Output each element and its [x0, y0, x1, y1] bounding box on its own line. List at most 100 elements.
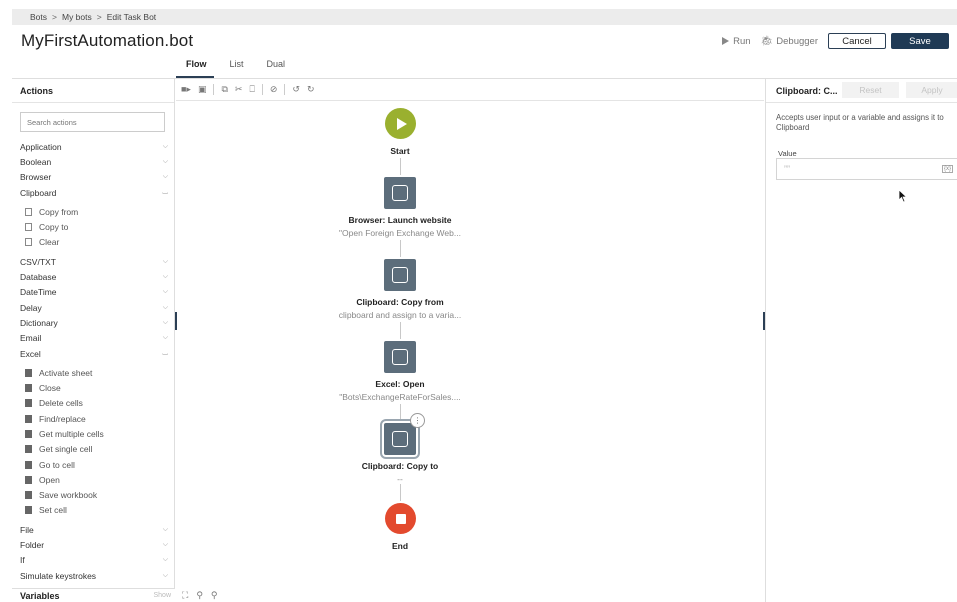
category-excel[interactable]: Excel ⌴ [20, 346, 168, 361]
action-copy-to[interactable]: Copy to [20, 219, 168, 234]
category-boolean[interactable]: Boolean ⌵ [20, 154, 168, 169]
category-delay[interactable]: Delay ⌵ [20, 300, 168, 315]
action-clear[interactable]: Clear [20, 235, 168, 250]
copy-icon[interactable]: ⧉ [221, 84, 227, 95]
toolbar-separator [284, 84, 286, 95]
category-clipboard[interactable]: Clipboard ⌴ [20, 185, 168, 200]
excel-file-icon [25, 429, 32, 438]
action-label: Get single cell [39, 444, 93, 455]
apply-button[interactable]: Apply [906, 82, 957, 98]
action-go-to-cell[interactable]: Go to cell [20, 457, 168, 472]
category-application[interactable]: Application ⌵ [20, 139, 168, 154]
tab-dual[interactable]: Dual [257, 57, 293, 77]
excel-file-icon [25, 506, 32, 515]
action-label: Activate sheet [39, 367, 93, 378]
action-set-cell[interactable]: Set cell [20, 503, 168, 518]
action-save-workbook[interactable]: Save workbook [20, 488, 168, 503]
actions-title: Actions [20, 86, 54, 96]
tab-list[interactable]: List [220, 57, 251, 77]
excel-file-icon [25, 491, 32, 500]
start-node[interactable] [385, 108, 416, 139]
category-browser[interactable]: Browser ⌵ [20, 170, 168, 185]
action-node-icon [392, 185, 408, 201]
clipboard-icon [25, 207, 32, 216]
variables-show-toggle[interactable]: Show [153, 592, 171, 599]
action-label: Set cell [39, 505, 67, 516]
cut-icon[interactable]: ✂ [235, 84, 243, 95]
category-database[interactable]: Database ⌵ [20, 269, 168, 284]
node-subtitle: "Bots\ExchangeRateForSales.... [339, 392, 461, 402]
category-label: Excel [20, 348, 41, 359]
reset-button[interactable]: Reset [842, 82, 899, 98]
breadcrumb-my-bots[interactable]: My bots [62, 12, 92, 22]
excel-file-icon [25, 384, 32, 393]
debugger-button[interactable]: 🐞︎ Debugger [761, 36, 818, 47]
action-label: Close [39, 383, 61, 394]
flow-node-copy-from[interactable] [384, 259, 416, 291]
more-options-icon[interactable]: ⋮ [410, 413, 425, 428]
node-title: Excel: Open [375, 379, 425, 389]
category-file[interactable]: File ⌵ [20, 522, 168, 537]
action-close[interactable]: Close [20, 380, 168, 395]
image-icon[interactable]: ▣ [198, 84, 207, 95]
end-node[interactable] [385, 503, 416, 534]
flow-node-copy-to[interactable] [380, 419, 420, 459]
view-tabs: Flow List Dual [176, 57, 298, 78]
run-button[interactable]: Run [722, 36, 751, 47]
start-label: Start [390, 146, 410, 156]
variables-panel-header[interactable]: Variables Show [12, 588, 175, 602]
toolbar-separator [213, 84, 215, 95]
chevron-down-icon: ⌵ [162, 318, 168, 326]
action-delete-cells[interactable]: Delete cells [20, 396, 168, 411]
cancel-button[interactable]: Cancel [828, 33, 886, 49]
category-datetime[interactable]: DateTime ⌵ [20, 285, 168, 300]
chevron-down-icon: ⌵ [162, 288, 168, 296]
category-label: Dictionary [20, 317, 58, 328]
action-find-replace[interactable]: Find/replace [20, 411, 168, 426]
action-node-icon [392, 431, 408, 447]
save-button[interactable]: Save [891, 33, 949, 49]
insert-variable-icon[interactable]: {x} [941, 165, 953, 173]
action-get-single-cell[interactable]: Get single cell [20, 442, 168, 457]
chevron-down-icon: ⌵ [162, 334, 168, 342]
action-list: Application ⌵ Boolean ⌵ Browser ⌵ Clipboard… [20, 139, 168, 583]
node-title: Browser: Launch website [348, 215, 452, 225]
category-csv-txt[interactable]: CSV/TXT ⌵ [20, 254, 168, 269]
undo-icon[interactable]: ↺ [292, 84, 300, 95]
node-title: Clipboard: Copy from [356, 297, 444, 307]
value-input[interactable]: ”” {x} [776, 158, 957, 180]
paste-icon[interactable]: ⎕ [249, 84, 254, 95]
flow-connector [400, 322, 401, 339]
bug-icon: 🐞︎ [760, 35, 774, 47]
category-email[interactable]: Email ⌵ [20, 331, 168, 346]
action-label: Save workbook [39, 490, 98, 501]
breadcrumb-bots[interactable]: Bots [30, 12, 47, 22]
action-open[interactable]: Open [20, 472, 168, 487]
chevron-down-icon: ⌵ [162, 257, 168, 265]
zoom-out-icon[interactable]: ⚲ [211, 590, 218, 601]
chevron-down-icon: ⌵ [162, 571, 168, 579]
category-simulate-keystrokes[interactable]: Simulate keystrokes ⌵ [20, 568, 168, 583]
clipboard-icon [25, 223, 32, 232]
record-icon[interactable]: ■▸ [181, 84, 191, 95]
left-panel-resize-handle[interactable] [175, 312, 177, 330]
fit-to-screen-icon[interactable]: ⛶ [182, 590, 188, 601]
action-activate-sheet[interactable]: Activate sheet [20, 365, 168, 380]
action-get-multiple-cells[interactable]: Get multiple cells [20, 426, 168, 441]
divider [766, 102, 957, 103]
properties-title: Clipboard: C... [776, 86, 838, 96]
debugger-label: Debugger [776, 35, 818, 47]
tab-flow[interactable]: Flow [176, 57, 214, 78]
category-if[interactable]: If ⌵ [20, 553, 168, 568]
action-copy-from[interactable]: Copy from [20, 204, 168, 219]
flow-canvas[interactable] [176, 101, 764, 588]
zoom-in-icon[interactable]: ⚲ [196, 590, 203, 601]
category-folder[interactable]: Folder ⌵ [20, 537, 168, 552]
flow-node-launch-website[interactable] [384, 177, 416, 209]
redo-icon[interactable]: ↻ [307, 84, 315, 95]
category-dictionary[interactable]: Dictionary ⌵ [20, 315, 168, 330]
flow-node-excel-open[interactable] [384, 341, 416, 373]
disable-icon[interactable]: ⊘ [270, 84, 278, 95]
value-label: Value [778, 149, 797, 158]
search-actions-input[interactable] [20, 112, 165, 132]
